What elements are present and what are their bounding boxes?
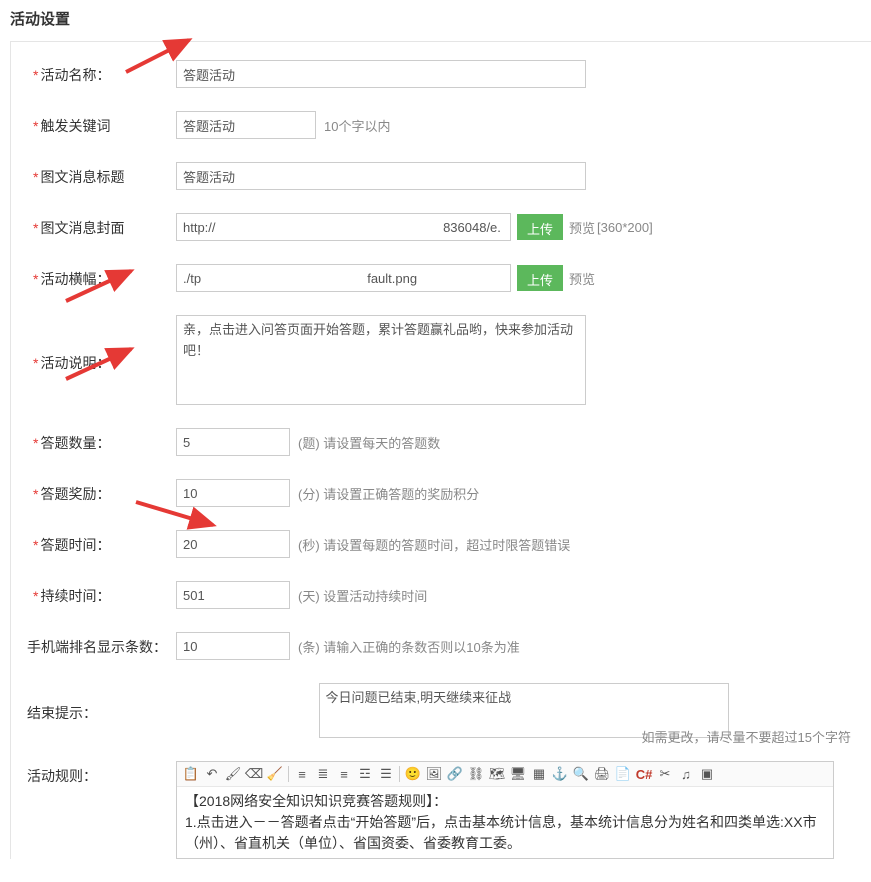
page-title: 活动设置 <box>0 0 871 41</box>
music-icon[interactable]: ♫ <box>678 766 694 782</box>
description-textarea[interactable] <box>176 315 586 405</box>
row-reward: *答题奖励： (分) 请设置正确答题的奖励积分 <box>11 479 871 507</box>
hint-reward: (分) 请设置正确答题的奖励积分 <box>298 484 479 503</box>
rules-line-1: 【2018网络安全知识知识竞赛答题规则】： <box>185 791 825 812</box>
trigger-keyword-input[interactable] <box>176 111 316 139</box>
label-graphic-cover: *图文消息封面 <box>11 213 176 238</box>
label-answer-time: *答题时间： <box>11 530 176 555</box>
label-banner: *活动横幅： <box>11 264 176 289</box>
undo-icon[interactable]: ↶ <box>204 766 220 782</box>
upload-cover-button[interactable]: 上传 <box>517 214 563 240</box>
hint-question-count: (题) 请设置每天的答题数 <box>298 433 440 452</box>
table-icon[interactable]: ▦ <box>531 766 547 782</box>
align-left-icon[interactable]: ≡ <box>294 766 310 782</box>
label-activity-name: *活动名称： <box>11 60 176 85</box>
form-container: *活动名称： *触发关键词 10个字以内 *图文消息标题 *图文消息封面 上传 … <box>10 41 871 859</box>
hint-duration: (天) 设置活动持续时间 <box>298 586 427 605</box>
preview-icon[interactable]: 📄 <box>615 766 631 782</box>
row-banner: *活动横幅： 上传 预览 <box>11 264 871 292</box>
search-icon[interactable]: 🔍 <box>573 766 589 782</box>
row-rules: 活动规则： 📋 ↶ 🖌 ⌫ 🧹 ≡ ≣ ≡ ☲ ☰ 🙂 🖼 <box>11 761 871 859</box>
map-icon[interactable]: 🗺 <box>489 766 505 782</box>
row-mobile-rank: 手机端排名显示条数： (条) 请输入正确的条数否则以10条为准 <box>11 632 871 660</box>
banner-input[interactable] <box>176 264 511 292</box>
cut-icon[interactable]: ✂ <box>657 766 673 782</box>
label-graphic-title: *图文消息标题 <box>11 162 176 187</box>
rules-editor-body[interactable]: 【2018网络安全知识知识竞赛答题规则】： 1.点击进入－－答题者点击“开始答题… <box>177 787 833 858</box>
link-icon[interactable]: 🔗 <box>447 766 463 782</box>
gallery-icon[interactable]: 🖥 <box>510 766 526 782</box>
code-icon[interactable]: C# <box>636 766 652 782</box>
anchor-icon[interactable]: ⚓ <box>552 766 568 782</box>
rules-line-2: 1.点击进入－－答题者点击“开始答题”后，点击基本统计信息，基本统计信息分为姓名… <box>185 812 825 854</box>
label-mobile-rank: 手机端排名显示条数： <box>11 632 176 657</box>
preview-banner-link[interactable]: 预览 <box>569 269 595 288</box>
list-unordered-icon[interactable]: ☰ <box>378 766 394 782</box>
label-duration: *持续时间： <box>11 581 176 606</box>
eraser-icon[interactable]: ⌫ <box>246 766 262 782</box>
video-icon[interactable]: ▣ <box>699 766 715 782</box>
print-icon[interactable]: 🖨 <box>594 766 610 782</box>
label-reward: *答题奖励： <box>11 479 176 504</box>
row-graphic-cover: *图文消息封面 上传 预览 [360*200] <box>11 213 871 241</box>
row-trigger-keyword: *触发关键词 10个字以内 <box>11 111 871 139</box>
toolbar-separator <box>288 766 289 782</box>
hint-mobile-rank: (条) 请输入正确的条数否则以10条为准 <box>298 637 520 656</box>
emoji-icon[interactable]: 🙂 <box>405 766 421 782</box>
row-activity-name: *活动名称： <box>11 60 871 88</box>
activity-name-input[interactable] <box>176 60 586 88</box>
upload-banner-button[interactable]: 上传 <box>517 265 563 291</box>
row-duration: *持续时间： (天) 设置活动持续时间 <box>11 581 871 609</box>
clear-icon[interactable]: 🧹 <box>267 766 283 782</box>
editor-toolbar: 📋 ↶ 🖌 ⌫ 🧹 ≡ ≣ ≡ ☲ ☰ 🙂 🖼 🔗 ⛓ 🗺 <box>177 762 833 787</box>
graphic-title-input[interactable] <box>176 162 586 190</box>
label-question-count: *答题数量： <box>11 428 176 453</box>
row-description: *活动说明： <box>11 315 871 405</box>
row-answer-time: *答题时间： (秒) 请设置每题的答题时间，超过时限答题错误 <box>11 530 871 558</box>
duration-input[interactable] <box>176 581 290 609</box>
label-end-prompt: 结束提示： <box>11 698 176 723</box>
hint-answer-time: (秒) 请设置每题的答题时间，超过时限答题错误 <box>298 535 570 554</box>
hint-cover-dim: [360*200] <box>597 220 653 235</box>
label-rules: 活动规则： <box>11 761 176 786</box>
toolbar-separator <box>399 766 400 782</box>
graphic-cover-input[interactable] <box>176 213 511 241</box>
align-center-icon[interactable]: ≣ <box>315 766 331 782</box>
label-description: *活动说明： <box>11 348 176 373</box>
row-graphic-title: *图文消息标题 <box>11 162 871 190</box>
answer-time-input[interactable] <box>176 530 290 558</box>
rules-editor: 📋 ↶ 🖌 ⌫ 🧹 ≡ ≣ ≡ ☲ ☰ 🙂 🖼 🔗 ⛓ 🗺 <box>176 761 834 859</box>
hint-trigger-keyword: 10个字以内 <box>324 116 390 135</box>
paste-icon[interactable]: 📋 <box>183 766 199 782</box>
question-count-input[interactable] <box>176 428 290 456</box>
list-ordered-icon[interactable]: ☲ <box>357 766 373 782</box>
brush-icon[interactable]: 🖌 <box>225 766 241 782</box>
label-trigger-keyword: *触发关键词 <box>11 111 176 136</box>
row-question-count: *答题数量： (题) 请设置每天的答题数 <box>11 428 871 456</box>
image-icon[interactable]: 🖼 <box>426 766 442 782</box>
align-right-icon[interactable]: ≡ <box>336 766 352 782</box>
unlink-icon[interactable]: ⛓ <box>468 766 484 782</box>
reward-input[interactable] <box>176 479 290 507</box>
mobile-rank-input[interactable] <box>176 632 290 660</box>
preview-cover-link[interactable]: 预览 <box>569 218 595 237</box>
